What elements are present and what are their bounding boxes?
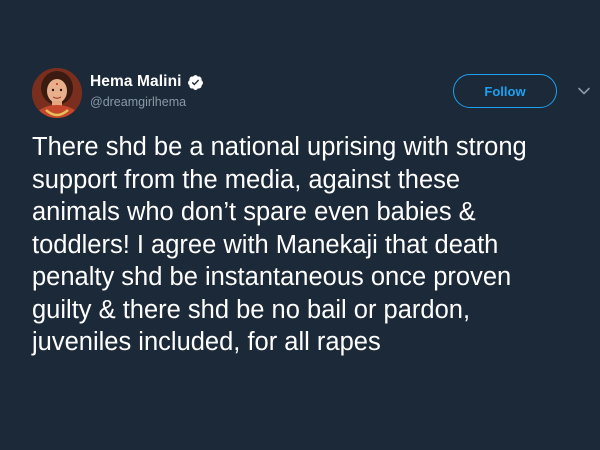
tweet-header: Hema Malini @dreamgirlhema Follow <box>32 68 592 120</box>
avatar[interactable] <box>32 68 82 118</box>
display-name[interactable]: Hema Malini <box>90 73 182 91</box>
follow-button[interactable]: Follow <box>453 74 557 108</box>
avatar-portrait-icon <box>32 68 82 118</box>
verified-badge-icon <box>187 74 204 91</box>
tweet-card: Hema Malini @dreamgirlhema Follow There … <box>0 0 600 450</box>
user-handle[interactable]: @dreamgirlhema <box>90 95 204 109</box>
chevron-down-icon[interactable] <box>577 84 591 98</box>
name-row: Hema Malini <box>90 72 204 92</box>
tweet-text: There shd be a national uprising with st… <box>32 133 527 356</box>
user-block[interactable]: Hema Malini @dreamgirlhema <box>90 72 204 109</box>
